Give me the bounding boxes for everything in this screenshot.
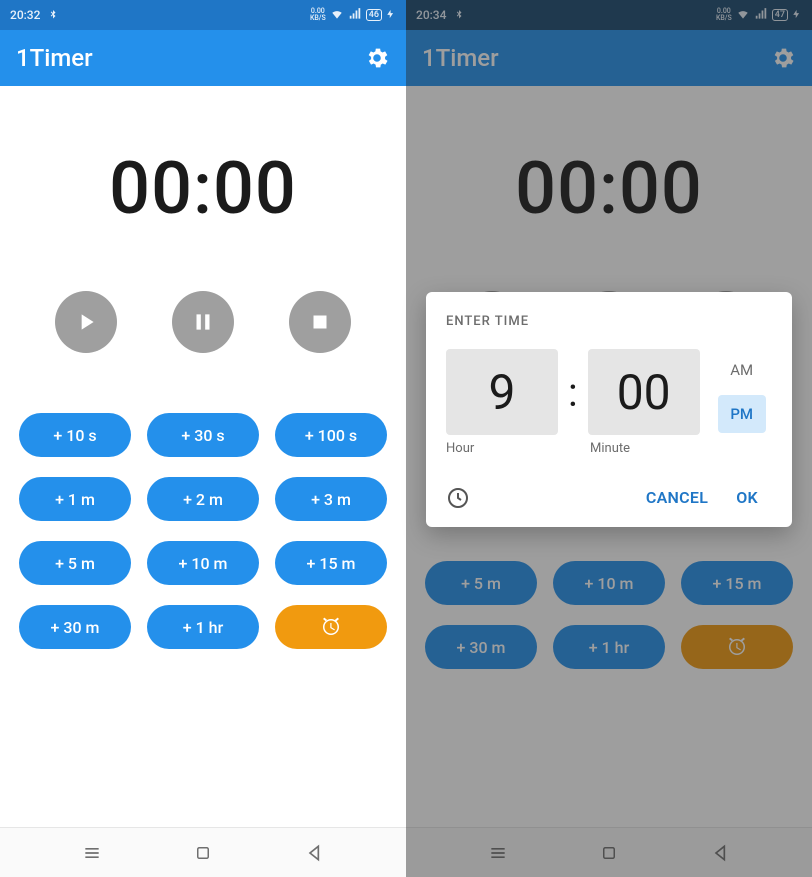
pause-icon [190, 309, 216, 335]
charging-icon [386, 8, 396, 23]
network-speed-icon: 0.00 KB/S [310, 8, 326, 22]
screen-left: 20:32 0.00 KB/S 46 1Timer [0, 0, 406, 877]
preset-button[interactable]: + 15 m [275, 541, 387, 585]
preset-button[interactable]: + 2 m [147, 477, 259, 521]
nav-bar [0, 827, 406, 877]
minute-label: Minute [590, 441, 702, 456]
ampm-toggle: AM PM [718, 351, 766, 433]
stop-button[interactable] [289, 291, 351, 353]
preset-button[interactable]: + 30 s [147, 413, 259, 457]
pm-button[interactable]: PM [718, 395, 766, 433]
time-separator: : [566, 369, 580, 416]
alarm-button[interactable] [275, 605, 387, 649]
enter-time-dialog: ENTER TIME 9 : 00 AM PM Hour Minute CANC… [426, 292, 792, 527]
bluetooth-icon [46, 8, 60, 22]
time-labels-row: Hour Minute [446, 441, 772, 456]
main-content: 00:00 + 10 s + 30 s + 100 s + 1 m + 2 m … [0, 86, 406, 827]
status-right: 0.00 KB/S 46 [310, 7, 396, 24]
preset-button[interactable]: + 100 s [275, 413, 387, 457]
preset-button[interactable]: + 10 m [147, 541, 259, 585]
status-bar: 20:32 0.00 KB/S 46 [0, 0, 406, 30]
minute-input[interactable]: 00 [588, 349, 700, 435]
cancel-button[interactable]: CANCEL [632, 482, 722, 513]
stop-icon [307, 309, 333, 335]
dialog-title: ENTER TIME [446, 314, 772, 329]
ok-button[interactable]: OK [722, 482, 772, 513]
play-button[interactable] [55, 291, 117, 353]
nav-back-button[interactable] [295, 841, 335, 865]
preset-button[interactable]: + 5 m [19, 541, 131, 585]
status-clock: 20:32 [10, 8, 40, 22]
signal-icon [348, 7, 362, 24]
control-row [55, 291, 351, 353]
preset-button[interactable]: + 1 m [19, 477, 131, 521]
app-title: 1Timer [16, 44, 93, 72]
preset-button[interactable]: + 3 m [275, 477, 387, 521]
triangle-left-icon [305, 843, 325, 863]
pause-button[interactable] [172, 291, 234, 353]
time-input-row: 9 : 00 AM PM [446, 349, 772, 435]
hour-input[interactable]: 9 [446, 349, 558, 435]
clock-icon [446, 486, 470, 510]
nav-recents-button[interactable] [72, 841, 112, 865]
wifi-icon [330, 7, 344, 24]
alarm-clock-icon [319, 615, 343, 639]
gear-icon [364, 45, 390, 71]
am-button[interactable]: AM [718, 351, 766, 389]
status-left: 20:32 [10, 8, 60, 22]
battery-badge: 46 [366, 9, 382, 21]
hamburger-icon [82, 843, 102, 863]
dialog-actions: CANCEL OK [446, 482, 772, 513]
preset-button[interactable]: + 1 hr [147, 605, 259, 649]
play-icon [73, 309, 99, 335]
square-icon [194, 844, 212, 862]
settings-button[interactable] [364, 45, 390, 71]
preset-button[interactable]: + 10 s [19, 413, 131, 457]
clock-mode-button[interactable] [446, 486, 470, 510]
timer-display: 00:00 [109, 146, 297, 231]
app-bar: 1Timer [0, 30, 406, 86]
preset-button[interactable]: + 30 m [19, 605, 131, 649]
nav-home-button[interactable] [183, 841, 223, 865]
preset-grid: + 10 s + 30 s + 100 s + 1 m + 2 m + 3 m … [19, 413, 387, 649]
hour-label: Hour [446, 441, 558, 456]
screen-right: 20:34 0.00 KB/S 47 1Timer [406, 0, 812, 877]
